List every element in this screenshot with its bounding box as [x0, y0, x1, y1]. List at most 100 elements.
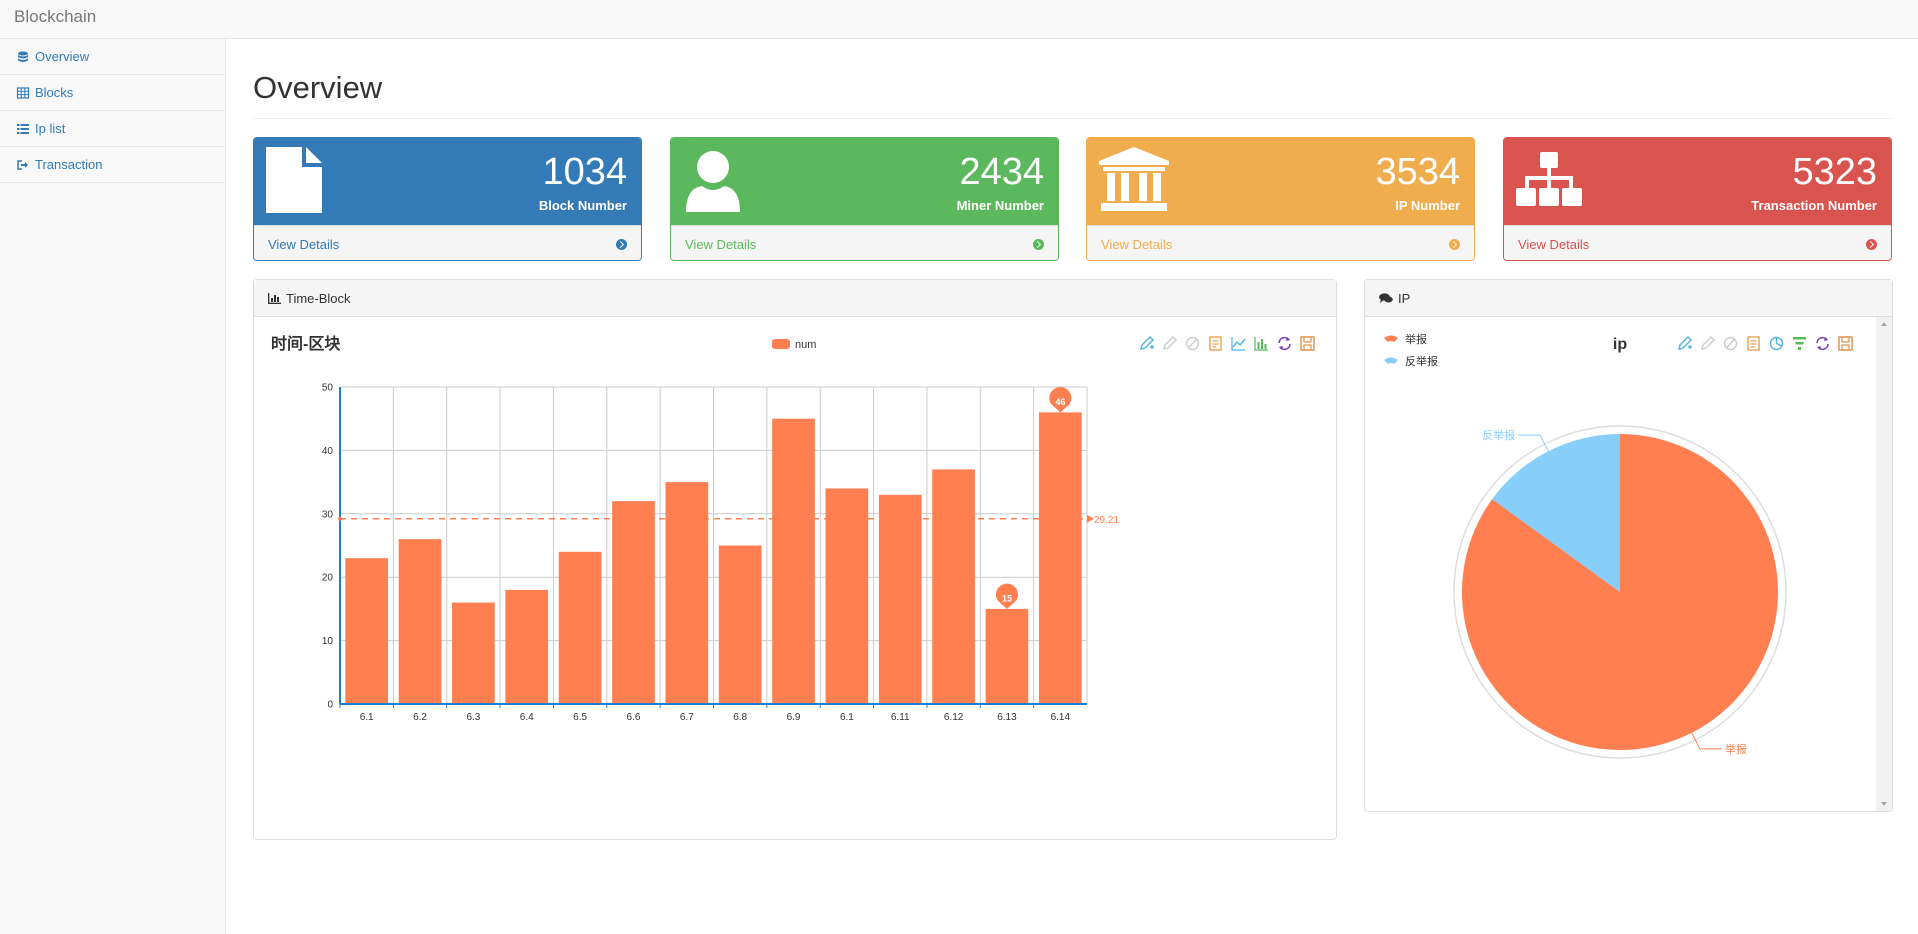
- scroll-down-icon[interactable]: [1876, 797, 1892, 811]
- brand-logo[interactable]: Blockchain: [14, 7, 96, 27]
- miner-number-label: Miner Number: [956, 198, 1044, 213]
- sidebar-item-blocks[interactable]: Blocks: [0, 75, 225, 111]
- pie-legend-item[interactable]: 举报: [1384, 332, 1427, 346]
- pie-label-line: [1691, 732, 1722, 750]
- bar[interactable]: [985, 608, 1029, 704]
- x-tick-label: 6.7: [680, 712, 694, 723]
- x-tick-label: 6.3: [466, 712, 480, 723]
- list-icon: [17, 123, 29, 134]
- view-details-label: View Details: [1518, 237, 1590, 252]
- data-view-icon[interactable]: [1207, 335, 1224, 352]
- ip-number-card: 3534 IP Number View Details: [1086, 137, 1475, 261]
- sidebar-item-overview[interactable]: Overview: [0, 39, 225, 75]
- mark-point-label: 15: [1002, 593, 1012, 603]
- bar[interactable]: [718, 545, 762, 705]
- mark-clear-icon[interactable]: [1184, 335, 1201, 352]
- pie-chart-icon[interactable]: [1768, 335, 1785, 352]
- legend-swatch: [1384, 335, 1398, 342]
- pie-label-line: [1518, 434, 1549, 452]
- comments-icon: [1379, 292, 1393, 303]
- y-tick-label: 0: [327, 700, 333, 711]
- x-tick-label: 6.12: [944, 712, 964, 723]
- scroll-up-icon[interactable]: [1876, 317, 1892, 331]
- ip-number-value: 3534: [1375, 151, 1460, 193]
- block-number-card: 1034 Block Number View Details: [253, 137, 642, 261]
- pie-slice-label: 反举报: [1482, 428, 1515, 442]
- vertical-scrollbar[interactable]: [1876, 317, 1892, 811]
- title-divider: [253, 118, 1893, 119]
- bar[interactable]: [558, 551, 602, 704]
- average-line-arrow: [1087, 514, 1094, 523]
- y-tick-label: 10: [322, 636, 334, 647]
- line-chart-icon[interactable]: [1230, 335, 1247, 352]
- refresh-icon[interactable]: [1276, 335, 1293, 352]
- mark-icon[interactable]: [1138, 335, 1155, 352]
- average-line-label: 29.21: [1094, 515, 1119, 526]
- sidebar-item-transaction[interactable]: Transaction: [0, 147, 225, 183]
- time-block-bar-chart: 时间-区块 num 0 10 20 30 40 50 6.1 6.2 6.3 6.4 6.5 6.6 6…: [271, 334, 1119, 723]
- bar[interactable]: [665, 482, 709, 704]
- x-tick-label: 6.14: [1051, 712, 1071, 723]
- sign-out-icon: [17, 159, 28, 170]
- mark-point-label: 46: [1055, 397, 1065, 407]
- time-block-panel: Time-Block 时间-区块 num 0 10 20 30 40 50 6.1 6.2 6.…: [253, 279, 1337, 840]
- ip-panel: IP ip 举报 反举报 举报 反举报: [1364, 279, 1893, 812]
- sidebar-item-ip-list[interactable]: Ip list: [0, 111, 225, 147]
- chart-title: 时间-区块: [271, 334, 341, 353]
- bar[interactable]: [612, 501, 655, 704]
- mark-icon[interactable]: [1676, 335, 1693, 352]
- mark-clear-icon[interactable]: [1722, 335, 1739, 352]
- view-details-link[interactable]: View Details: [1504, 225, 1891, 260]
- arrow-circle-right-icon: [1033, 239, 1044, 250]
- save-image-icon[interactable]: [1837, 335, 1854, 352]
- average-line-start: [338, 516, 342, 521]
- transaction-number-value: 5323: [1792, 151, 1877, 193]
- funnel-icon[interactable]: [1791, 335, 1808, 352]
- view-details-link[interactable]: View Details: [1087, 225, 1474, 260]
- panel-heading: Time-Block: [254, 280, 1336, 317]
- bar[interactable]: [345, 558, 389, 704]
- block-number-label: Block Number: [538, 198, 627, 213]
- miner-number-value: 2434: [959, 151, 1044, 193]
- chart-legend[interactable]: num: [772, 339, 816, 351]
- view-details-link[interactable]: View Details: [254, 225, 641, 260]
- y-tick-label: 40: [322, 446, 334, 457]
- data-view-icon[interactable]: [1745, 335, 1762, 352]
- x-tick-label: 6.2: [413, 712, 427, 723]
- bar[interactable]: [772, 418, 815, 704]
- bar[interactable]: [1038, 412, 1082, 704]
- bar-chart-icon[interactable]: [1253, 335, 1270, 352]
- x-tick-label: 6.1: [360, 712, 374, 723]
- arrow-circle-right-icon: [1866, 239, 1877, 250]
- bar[interactable]: [825, 488, 869, 704]
- y-tick-label: 20: [322, 573, 334, 584]
- transaction-number-card: 5323 Transaction Number View Details: [1503, 137, 1892, 261]
- x-tick-label: 6.1: [840, 712, 854, 723]
- chart-toolbox: [1138, 335, 1316, 352]
- legend-label: num: [795, 339, 816, 351]
- bar[interactable]: [878, 494, 922, 704]
- mark-undo-icon[interactable]: [1699, 335, 1716, 352]
- mark-undo-icon[interactable]: [1161, 335, 1178, 352]
- bar[interactable]: [505, 589, 549, 704]
- bar[interactable]: [398, 539, 442, 704]
- pie-legend-item[interactable]: 反举报: [1384, 354, 1438, 368]
- x-tick-label: 6.4: [520, 712, 534, 723]
- sidebar-item-label: Overview: [35, 49, 90, 64]
- sidebar-item-label: Transaction: [35, 157, 103, 172]
- user-icon: [686, 151, 740, 212]
- bar[interactable]: [452, 602, 495, 704]
- block-number-value: 1034: [542, 151, 627, 193]
- refresh-icon[interactable]: [1814, 335, 1831, 352]
- file-icon: [266, 147, 322, 213]
- view-details-link[interactable]: View Details: [671, 225, 1058, 260]
- x-tick-label: 6.9: [787, 712, 801, 723]
- table-icon: [16, 86, 30, 99]
- panel-heading: IP: [1365, 280, 1892, 317]
- sitemap-icon: [1516, 152, 1582, 206]
- save-image-icon[interactable]: [1299, 335, 1316, 352]
- view-details-label: View Details: [685, 237, 757, 252]
- bar[interactable]: [932, 469, 975, 704]
- y-tick-label: 30: [322, 509, 334, 520]
- bar-chart-icon: [268, 292, 281, 304]
